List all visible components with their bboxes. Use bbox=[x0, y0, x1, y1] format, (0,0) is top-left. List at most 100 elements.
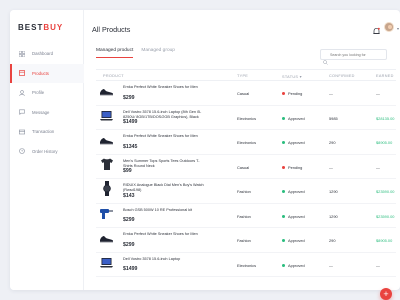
status-dot-icon bbox=[282, 116, 285, 120]
product-thumbnail[interactable] bbox=[99, 109, 114, 127]
product-thumbnail[interactable] bbox=[99, 181, 114, 201]
drill-icon bbox=[99, 206, 114, 225]
chevron-down-icon[interactable]: ▾ bbox=[397, 26, 399, 31]
sidebar-item-transaction[interactable]: Transaction bbox=[10, 122, 84, 142]
column-header-product[interactable]: PRODUCT bbox=[103, 74, 124, 78]
status-badge: Approved bbox=[282, 263, 305, 268]
product-price: $299 bbox=[123, 241, 135, 248]
earned-amount: — bbox=[376, 91, 380, 96]
product-name[interactable]: Dell Vostro 3578 15.6-inch Laptop bbox=[123, 257, 209, 262]
avatar[interactable] bbox=[384, 22, 394, 32]
bell-icon[interactable] bbox=[372, 23, 381, 34]
watch-icon bbox=[101, 181, 113, 201]
sidebar-item-label: Transaction bbox=[32, 129, 55, 135]
logo-text-accent: BUY bbox=[43, 23, 64, 32]
confirmed-count: 290 bbox=[329, 238, 336, 243]
product-type: Fashion bbox=[237, 189, 251, 194]
status-dot-icon bbox=[282, 141, 285, 144]
sidebar-item-message[interactable]: Message bbox=[10, 103, 84, 123]
logo-text: BEST bbox=[18, 23, 44, 32]
confirmed-count: 290 bbox=[329, 140, 336, 145]
status-badge: Pending bbox=[282, 91, 302, 96]
shoe-icon bbox=[99, 84, 114, 102]
product-thumbnail[interactable] bbox=[99, 135, 114, 149]
header: All Products ▾ bbox=[84, 10, 400, 48]
product-thumbnail[interactable] bbox=[99, 233, 114, 247]
sidebar-item-order-history[interactable]: Order History bbox=[10, 142, 84, 162]
product-name[interactable]: Men's Summer Tops Sports Tees Outdoors T… bbox=[123, 159, 209, 169]
tab-managed-product[interactable]: Managed product bbox=[96, 48, 134, 58]
grid-icon bbox=[18, 50, 25, 57]
table-row[interactable]: Ernka Perfect White Sneaker Shoes for Me… bbox=[96, 81, 396, 106]
column-header-type[interactable]: TYPE bbox=[237, 74, 248, 78]
earned-amount: — bbox=[376, 164, 380, 170]
laptop-icon bbox=[99, 109, 114, 127]
table-row[interactable]: Dell Vostro 3578 15.6-inch Laptop $1499 El… bbox=[96, 253, 396, 277]
status-dot-icon bbox=[282, 92, 285, 95]
status-dot-icon bbox=[282, 214, 285, 218]
status-label: Approved bbox=[288, 140, 305, 145]
product-thumbnail[interactable] bbox=[99, 209, 114, 223]
confirmed-count: — bbox=[329, 164, 333, 170]
product-type: Electronics bbox=[237, 140, 257, 145]
tshirt-icon bbox=[100, 157, 114, 176]
earned-amount: — bbox=[376, 262, 380, 268]
chat-icon bbox=[18, 109, 25, 116]
product-name[interactable]: Ernka Perfect White Sneaker Shoes for Me… bbox=[123, 85, 209, 90]
status-badge: Approved bbox=[282, 238, 305, 243]
sidebar-item-profile[interactable]: Profile bbox=[10, 83, 84, 103]
product-type: Fashion bbox=[237, 238, 251, 243]
product-type: Casual bbox=[237, 91, 250, 96]
status-dot-icon bbox=[282, 165, 285, 169]
shoe-icon bbox=[99, 133, 114, 151]
table-row[interactable]: Ernka Perfect White Sneaker Shoes for Me… bbox=[96, 130, 396, 155]
table-header: PRODUCT TYPE STATUS ▾ CONFIRMED EARNED bbox=[96, 69, 396, 81]
add-product-button[interactable]: + bbox=[380, 288, 392, 300]
search-input[interactable] bbox=[320, 49, 387, 60]
column-header-status[interactable]: STATUS ▾ bbox=[282, 74, 302, 79]
table-row[interactable]: Men's Summer Tops Sports Tees Outdoors T… bbox=[96, 155, 396, 179]
earned-amount: $23590.00 bbox=[376, 189, 395, 194]
table-row[interactable]: Ernka Perfect White Sneaker Shoes for Me… bbox=[96, 228, 396, 253]
sidebar-item-dashboard[interactable]: Dashboard bbox=[10, 44, 84, 64]
sort-down-icon: ▾ bbox=[299, 75, 302, 79]
table-row[interactable]: Bosch GSB 500W 10 RE Professional kit $29… bbox=[96, 204, 396, 228]
product-name[interactable]: Bosch GSB 500W 10 RE Professional kit bbox=[123, 208, 209, 213]
product-name[interactable]: RIDUIX Analogue Black Dial Men's Boy's W… bbox=[123, 183, 209, 193]
sidebar-item-label: Message bbox=[32, 109, 50, 115]
status-label: Approved bbox=[288, 189, 305, 194]
table-row[interactable]: RIDUIX Analogue Black Dial Men's Boy's W… bbox=[96, 179, 396, 204]
product-price: $1499 bbox=[123, 119, 138, 125]
column-header-earned[interactable]: EARNED bbox=[376, 74, 394, 78]
earned-amount: $23590.00 bbox=[376, 213, 395, 219]
status-label: Pending bbox=[288, 91, 303, 96]
status-dot-icon bbox=[282, 190, 285, 193]
product-price: $1345 bbox=[123, 143, 138, 150]
laptop-icon bbox=[99, 256, 114, 274]
sidebar-item-label: Profile bbox=[32, 90, 45, 96]
status-badge: Pending bbox=[282, 165, 302, 170]
tab-managed-group[interactable]: Managed group bbox=[141, 48, 175, 58]
confirmed-count: — bbox=[329, 91, 333, 96]
status-label: Pending bbox=[288, 164, 303, 170]
product-name[interactable]: Ernka Perfect White Sneaker Shoes for Me… bbox=[123, 134, 209, 139]
status-badge: Approved bbox=[282, 189, 305, 194]
product-price: $299 bbox=[123, 94, 135, 101]
product-type: Fashion bbox=[237, 213, 251, 219]
product-name[interactable]: Ernka Perfect White Sneaker Shoes for Me… bbox=[123, 232, 209, 237]
search-icon bbox=[323, 52, 328, 65]
sidebar-item-products[interactable]: Products bbox=[10, 63, 84, 83]
status-badge: Approved bbox=[282, 116, 305, 121]
page-title: All Products bbox=[92, 25, 131, 34]
column-header-confirmed[interactable]: CONFIRMED bbox=[329, 74, 355, 78]
product-thumbnail[interactable] bbox=[99, 86, 114, 100]
table-row[interactable]: Dell Vostro 3578 15.6-inch Laptop (8th G… bbox=[96, 106, 396, 130]
logo[interactable]: BESTBUY bbox=[18, 23, 63, 32]
product-thumbnail[interactable] bbox=[99, 157, 114, 176]
user-icon bbox=[18, 89, 25, 96]
confirmed-count: 5985 bbox=[329, 115, 338, 121]
product-price: $299 bbox=[123, 217, 135, 223]
product-thumbnail[interactable] bbox=[99, 256, 114, 274]
card-icon bbox=[18, 128, 25, 135]
product-name[interactable]: Dell Vostro 3578 15.6-inch Laptop (8th G… bbox=[123, 110, 209, 120]
